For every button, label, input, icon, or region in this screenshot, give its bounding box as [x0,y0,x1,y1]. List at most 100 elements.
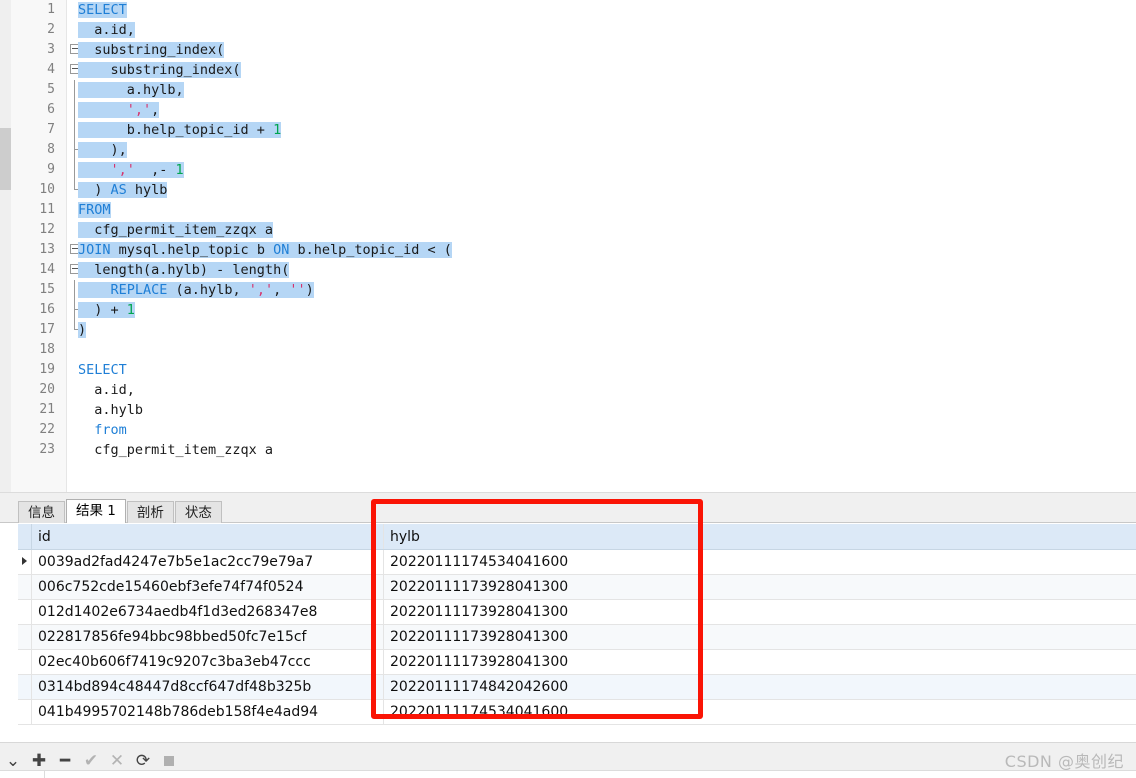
cell-hylb[interactable]: 20220111173928041300 [384,650,1136,674]
row-selector-cell[interactable] [18,550,32,574]
grid-row[interactable]: 02ec40b606f7419c9207c3ba3eb47ccc 20220111… [18,650,1136,675]
cell-id[interactable]: 0039ad2fad4247e7b5e1ac2cc79e79a7 [32,550,384,574]
code-line[interactable]: 20 a.id, [0,380,1136,400]
cell-hylb[interactable]: 20220111174534041600 [384,550,1136,574]
grid-corner-cell [18,524,32,549]
code-line-text: a.hylb, [78,82,184,98]
cell-id[interactable]: 012d1402e6734aedb4f1d3ed268347e8 [32,600,384,624]
code-line[interactable]: 23 cfg_permit_item_zzqx a [0,440,1136,460]
code-line[interactable]: 1 SELECT [0,0,1136,20]
results-tab-label: 信息 [28,505,55,521]
code-line-text: ',' ,- 1 [78,160,184,180]
code-line[interactable]: 16 ) + 1 [0,300,1136,320]
code-line-text: b.help_topic_id + 1 [78,122,282,138]
code-line-text: a.hylb [78,402,144,418]
results-tab[interactable]: 状态 [174,501,222,523]
bottom-edge-strip [0,770,1136,778]
code-line[interactable]: 6 ',', [0,100,1136,120]
cell-id[interactable]: 022817856fe94bbc98bbed50fc7e15cf [32,625,384,649]
row-selector-cell[interactable] [18,675,32,699]
watermark: CSDN @奥创纪 [1004,752,1124,771]
code-line[interactable]: 8 ), [0,140,1136,160]
sql-code-area[interactable]: 1 SELECT 2 a.id, 3 substring_index(4 substr… [0,0,1136,492]
code-line[interactable]: 10 ) AS hylb [0,180,1136,200]
cell-hylb[interactable]: 20220111173928041300 [384,600,1136,624]
column-header[interactable]: hylb [384,524,1136,549]
results-tab[interactable]: 信息 [18,501,65,523]
line-number: 20 [39,382,55,397]
grid-row[interactable]: 0314bd894c48447d8ccf647df48b325b 20220111… [18,675,1136,700]
row-selector-cell[interactable] [18,600,32,624]
code-line[interactable]: 7 b.help_topic_id + 1 [0,120,1136,140]
cell-hylb[interactable]: 20220111174534041600 [384,700,1136,724]
line-number: 7 [47,122,55,137]
current-row-arrow-icon [22,557,27,565]
code-line-text: cfg_permit_item_zzqx a [78,222,274,238]
code-line[interactable]: 11 FROM [0,200,1136,220]
cell-id[interactable]: 0314bd894c48447d8ccf647df48b325b [32,675,384,699]
line-number: 16 [39,302,55,317]
line-number: 14 [39,262,55,277]
code-line[interactable]: 18 [0,340,1136,360]
line-number: 23 [39,442,55,457]
cell-hylb[interactable]: 20220111173928041300 [384,625,1136,649]
code-line[interactable]: 17) [0,320,1136,340]
code-line-text: SELECT [78,2,127,18]
grid-row[interactable]: 0039ad2fad4247e7b5e1ac2cc79e79a7 20220111… [18,550,1136,575]
stop-square [164,756,174,766]
sql-editor-pane[interactable]: 1 SELECT 2 a.id, 3 substring_index(4 substr… [0,0,1136,492]
line-number: 15 [39,282,55,297]
bottom-edge-divider [44,771,45,778]
row-selector-cell[interactable] [18,625,32,649]
code-line[interactable]: 14 length(a.hylb) - length( [0,260,1136,280]
code-line-text: ',', [78,100,160,120]
code-line[interactable]: 19 SELECT [0,360,1136,380]
cell-id[interactable]: 006c752cde15460ebf3efe74f74f0524 [32,575,384,599]
code-line[interactable]: 2 a.id, [0,20,1136,40]
line-number: 5 [47,82,55,97]
cell-id[interactable]: 041b4995702148b786deb158f4e4ad94 [32,700,384,724]
code-line-text: length(a.hylb) - length( [78,262,290,278]
row-selector-cell[interactable] [18,650,32,674]
code-line-text: substring_index( [78,42,225,58]
grid-row[interactable]: 022817856fe94bbc98bbed50fc7e15cf 20220111… [18,625,1136,650]
sql-client-window: 1 SELECT 2 a.id, 3 substring_index(4 substr… [0,0,1136,778]
code-line-text: FROM [78,202,111,218]
results-tab-list[interactable]: 信息 结果 1 剖析 状态 [18,499,223,523]
code-line[interactable]: 12 cfg_permit_item_zzqx a [0,220,1136,240]
results-tab[interactable]: 剖析 [126,501,174,523]
row-selector-cell[interactable] [18,700,32,724]
grid-row[interactable]: 041b4995702148b786deb158f4e4ad94 20220111… [18,700,1136,725]
code-line-text: ) [78,322,87,338]
results-grid[interactable]: id hylb 0039ad2fad4247e7b5e1ac2cc79e79a7 20… [18,524,1136,742]
code-line[interactable]: 3 substring_index( [0,40,1136,60]
line-number: 4 [47,62,55,77]
code-line-text: ), [78,142,127,158]
cell-id[interactable]: 02ec40b606f7419c9207c3ba3eb47ccc [32,650,384,674]
code-line-text: cfg_permit_item_zzqx a [78,442,274,458]
line-number: 13 [39,242,55,257]
code-line[interactable]: 22 from [0,420,1136,440]
code-line-text: JOIN mysql.help_topic b ON b.help_topic_… [78,242,452,258]
results-tab[interactable]: 结果 1 [66,499,126,523]
cell-hylb[interactable]: 20220111174842042600 [384,675,1136,699]
cell-hylb[interactable]: 20220111173928041300 [384,575,1136,599]
grid-row[interactable]: 012d1402e6734aedb4f1d3ed268347e8 20220111… [18,600,1136,625]
line-number: 19 [39,362,55,377]
row-selector-cell[interactable] [18,575,32,599]
code-line[interactable]: 9 ',' ,- 1 [0,160,1136,180]
code-line[interactable]: 13 JOIN mysql.help_topic b ON b.help_topi… [0,240,1136,260]
line-number: 9 [47,162,55,177]
code-line[interactable]: 4 substring_index( [0,60,1136,80]
code-line[interactable]: 21 a.hylb [0,400,1136,420]
code-line[interactable]: 15 REPLACE (a.hylb, ',', '') [0,280,1136,300]
code-line-text: substring_index( [78,62,241,78]
column-header[interactable]: id [32,524,384,549]
code-line-text: a.id, [78,382,135,398]
line-number: 21 [39,402,55,417]
grid-row[interactable]: 006c752cde15460ebf3efe74f74f0524 20220111… [18,575,1136,600]
line-number: 10 [39,182,55,197]
results-tab-label: 状态 [184,505,212,521]
line-number: 11 [39,202,55,217]
code-line[interactable]: 5 a.hylb, [0,80,1136,100]
